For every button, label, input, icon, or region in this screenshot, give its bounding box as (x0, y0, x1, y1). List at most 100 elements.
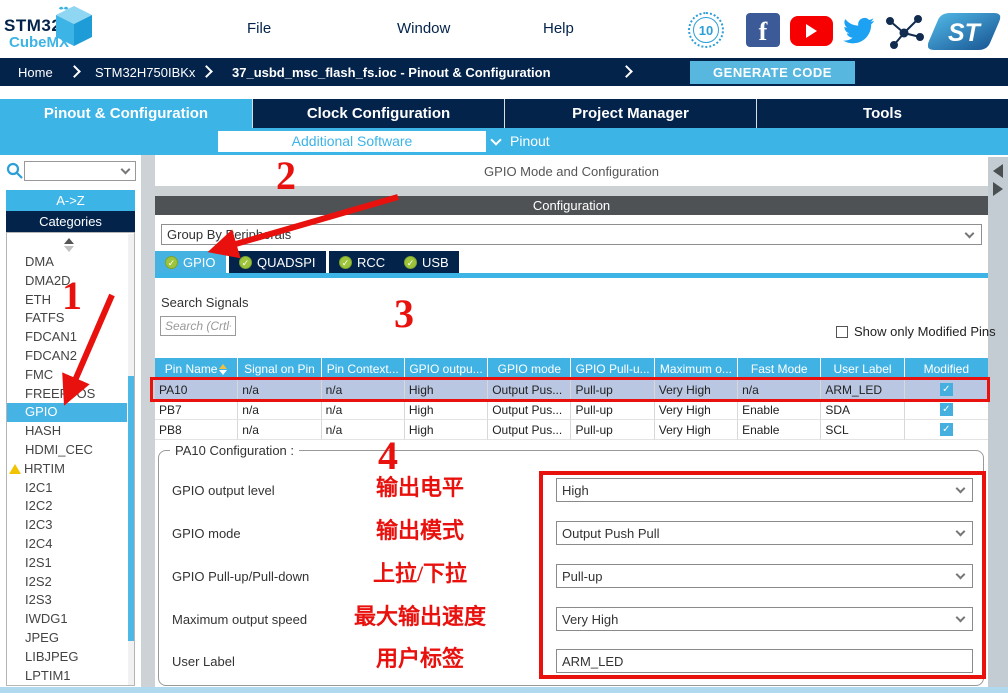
categories-button[interactable]: Categories (6, 211, 135, 232)
sidebar-item-fdcan1[interactable]: FDCAN1 (7, 328, 127, 347)
modified-checkbox[interactable]: ✓ (940, 423, 953, 436)
column-gpio-mode[interactable]: GPIO mode (488, 358, 571, 380)
column-fast-mode[interactable]: Fast Mode (738, 358, 821, 380)
sort-toggle-icon[interactable] (64, 238, 74, 252)
tab-clock-configuration[interactable]: Clock Configuration (252, 99, 504, 128)
peripheral-tab-quadspi[interactable]: ✓ QUADSPI (229, 251, 326, 273)
sidebar-item-i2s2[interactable]: I2S2 (7, 573, 127, 592)
tab-underline (155, 273, 988, 278)
annotation-number-2: 2 (276, 152, 296, 199)
gpio-pull-select[interactable]: Pull-up (556, 564, 973, 588)
signals-table-header: Pin Name Signal on Pin Pin Context... GP… (155, 358, 988, 380)
peripheral-tab-rcc[interactable]: ✓ RCC (329, 251, 395, 273)
sidebar-item-hrtim[interactable]: HRTIM (7, 460, 127, 479)
search-signals-input[interactable] (160, 316, 236, 336)
chevron-right-icon (68, 65, 81, 78)
youtube-icon[interactable] (790, 16, 833, 46)
sidebar-item-i2c1[interactable]: I2C1 (7, 479, 127, 498)
st-logo-icon[interactable]: ST (928, 10, 1004, 52)
community-network-icon[interactable] (884, 13, 924, 49)
group-by-peripherals-select[interactable]: Group By Peripherals (161, 224, 982, 245)
peripheral-tab-usb[interactable]: ✓ USB (394, 251, 459, 273)
peripheral-tab-gpio[interactable]: ✓ GPIO (155, 251, 226, 273)
column-gpio-output[interactable]: GPIO outpu... (405, 358, 488, 380)
sidebar-scrollbar[interactable] (128, 234, 135, 686)
tab-tools[interactable]: Tools (756, 99, 1008, 128)
table-row-pb7[interactable]: PB7 n/a n/a High Output Pus... Pull-up V… (155, 400, 988, 420)
menu-window[interactable]: Window (397, 20, 450, 37)
annotation-number-4: 4 (378, 432, 398, 479)
ten-years-badge-icon[interactable]: 10 (688, 12, 724, 48)
sidebar-item-libjpeg[interactable]: LIBJPEG (7, 648, 127, 667)
sidebar-item-fdcan2[interactable]: FDCAN2 (7, 347, 127, 366)
gpio-mode-select[interactable]: Output Push Pull (556, 521, 973, 545)
sidebar-item-i2s3[interactable]: I2S3 (7, 591, 127, 610)
sidebar-item-hdmi-cec[interactable]: HDMI_CEC (7, 441, 127, 460)
check-circle-icon: ✓ (165, 256, 178, 269)
breadcrumb: Home STM32H750IBKx 37_usbd_msc_flash_fs.… (0, 58, 1008, 86)
max-output-speed-label: Maximum output speed (172, 612, 307, 627)
show-modified-checkbox[interactable] (836, 326, 848, 338)
table-row-pa10[interactable]: PA10 n/a n/a High Output Pus... Pull-up … (155, 380, 988, 400)
sort-icon (219, 364, 227, 375)
max-output-speed-select[interactable]: Very High (556, 607, 973, 631)
breadcrumb-mcu[interactable]: STM32H750IBKx (95, 65, 195, 80)
column-pin-context[interactable]: Pin Context... (322, 358, 405, 380)
gpio-pull-label: GPIO Pull-up/Pull-down (172, 569, 309, 584)
modified-checkbox[interactable]: ✓ (940, 383, 953, 396)
additional-software-button[interactable]: Additional Software (218, 131, 486, 152)
check-circle-icon: ✓ (404, 256, 417, 269)
twitter-icon[interactable] (839, 14, 877, 48)
collapse-right-icon[interactable] (993, 182, 1003, 196)
tab-pinout-configuration[interactable]: Pinout & Configuration (0, 99, 252, 128)
sidebar-item-i2c2[interactable]: I2C2 (7, 497, 127, 516)
sidebar-item-freertos[interactable]: FREERTOS (7, 385, 127, 404)
menu-help[interactable]: Help (543, 20, 574, 37)
menu-file[interactable]: File (247, 20, 271, 37)
collapse-left-icon[interactable] (993, 164, 1003, 178)
facebook-icon[interactable]: f (746, 13, 780, 47)
table-row-pb8[interactable]: PB8 n/a n/a High Output Pus... Pull-up V… (155, 420, 988, 440)
column-max-output[interactable]: Maximum o... (655, 358, 738, 380)
modified-checkbox[interactable]: ✓ (940, 403, 953, 416)
chevron-down-icon (956, 484, 966, 494)
sidebar-item-lptim1[interactable]: LPTIM1 (7, 667, 127, 686)
sidebar-item-gpio[interactable]: GPIO (7, 403, 127, 422)
sidebar-item-hash[interactable]: HASH (7, 422, 127, 441)
sidebar-item-i2c3[interactable]: I2C3 (7, 516, 127, 535)
pinout-dropdown[interactable]: Pinout (510, 133, 550, 149)
sidebar-item-dma[interactable]: DMA (7, 253, 127, 272)
sidebar-item-fmc[interactable]: FMC (7, 366, 127, 385)
gpio-output-level-annotation: 输出电平 (340, 470, 500, 502)
svg-text:ST: ST (948, 19, 983, 47)
sidebar-item-iwdg1[interactable]: IWDG1 (7, 610, 127, 629)
tab-project-manager[interactable]: Project Manager (504, 99, 756, 128)
annotation-number-1: 1 (62, 272, 82, 319)
warning-icon (9, 464, 21, 474)
column-pin-name[interactable]: Pin Name (155, 358, 238, 380)
column-signal-on-pin[interactable]: Signal on Pin (238, 358, 321, 380)
scrollbar-thumb[interactable] (128, 376, 135, 641)
peripheral-tab-label: RCC (357, 255, 385, 270)
pa10-configuration-legend: PA10 Configuration : (170, 443, 299, 458)
peripheral-tab-label: USB (422, 255, 449, 270)
sidebar-item-i2s1[interactable]: I2S1 (7, 554, 127, 573)
main-scrollbar[interactable] (988, 157, 1008, 688)
annotation-number-3: 3 (394, 290, 414, 337)
column-gpio-pull[interactable]: GPIO Pull-u... (571, 358, 654, 380)
chevron-down-icon (121, 165, 131, 175)
generate-code-button[interactable]: GENERATE CODE (690, 61, 855, 84)
gpio-pull-annotation: 上拉/下拉 (340, 556, 500, 588)
breadcrumb-project[interactable]: 37_usbd_msc_flash_fs.ioc - Pinout & Conf… (232, 65, 551, 80)
breadcrumb-home[interactable]: Home (18, 65, 53, 80)
sort-az-button[interactable]: A->Z (6, 190, 135, 211)
gpio-output-level-select[interactable]: High (556, 478, 973, 502)
sidebar-item-i2c4[interactable]: I2C4 (7, 535, 127, 554)
column-modified[interactable]: Modified (905, 358, 988, 380)
column-user-label[interactable]: User Label (821, 358, 904, 380)
sidebar-item-jpeg[interactable]: JPEG (7, 629, 127, 648)
user-label-input[interactable] (556, 649, 973, 673)
peripheral-tab-label: GPIO (183, 255, 216, 270)
chevron-down-icon (956, 570, 966, 580)
sidebar-search-combobox[interactable] (24, 161, 136, 181)
